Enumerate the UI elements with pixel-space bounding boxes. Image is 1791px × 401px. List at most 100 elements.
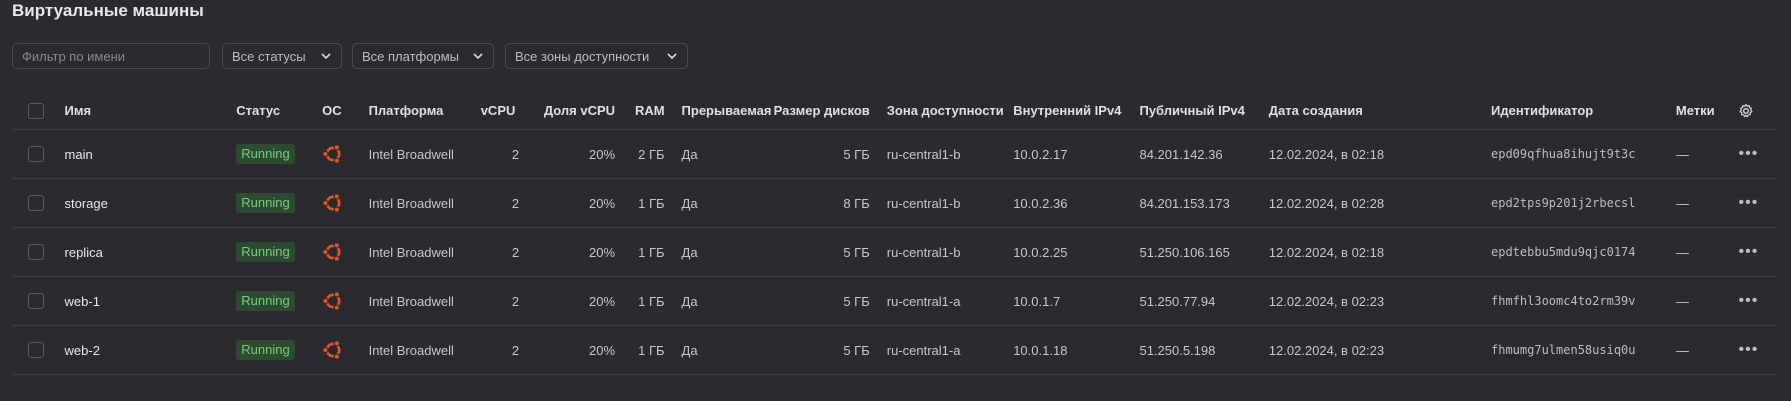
row-actions-cell[interactable]: ••• (1738, 325, 1776, 375)
zone-filter-label: Все зоны доступности (515, 48, 650, 64)
column-header-vcpu-share[interactable]: Доля vCPU (519, 92, 616, 130)
status-cell: Running (236, 129, 323, 179)
page-title: Виртуальные машины (12, 1, 204, 20)
row-actions-cell[interactable]: ••• (1738, 178, 1776, 228)
vm-name[interactable]: storage (64, 178, 237, 228)
column-header-internal-ip[interactable]: Внутренний IPv4 (1013, 92, 1140, 130)
disk-size-cell: 8 ГБ (772, 178, 870, 228)
status-filter-select[interactable]: Все статусы (222, 43, 342, 69)
zone-cell: ru-central1-b (869, 129, 1014, 179)
more-icon[interactable]: ••• (1738, 243, 1758, 260)
column-header-created[interactable]: Дата создания (1268, 92, 1491, 130)
name-filter-input[interactable] (12, 43, 210, 69)
disk-size-cell: 5 ГБ (772, 129, 870, 179)
more-icon[interactable]: ••• (1738, 145, 1758, 162)
vcpu-cell: 2 (480, 276, 520, 326)
status-badge: Running (236, 193, 295, 213)
column-header-id[interactable]: Идентификатор (1491, 92, 1676, 130)
column-header-public-ip[interactable]: Публичный IPv4 (1139, 92, 1269, 130)
zone-cell: ru-central1-b (869, 227, 1014, 277)
row-select-cell[interactable] (12, 276, 65, 326)
vcpu-share-cell: 20% (519, 227, 616, 277)
vm-name[interactable]: replica (64, 227, 237, 277)
column-header-status[interactable]: Статус (236, 92, 323, 130)
table-row[interactable]: main Running Intel Broadwell 2 20% 2 ГБ … (12, 129, 1776, 179)
column-header-preemptible[interactable]: Прерываемая (664, 92, 773, 130)
preemptible-cell: Да (664, 276, 773, 326)
vcpu-cell: 2 (480, 129, 520, 179)
platform-cell: Intel Broadwell (368, 129, 481, 179)
zone-cell: ru-central1-b (869, 178, 1014, 228)
chevron-down-icon (320, 50, 332, 62)
disk-size-cell: 5 ГБ (772, 227, 870, 277)
vcpu-cell: 2 (480, 325, 520, 375)
vm-name[interactable]: main (64, 129, 237, 179)
internal-ip-cell: 10.0.1.7 (1013, 276, 1140, 326)
table-row[interactable]: web-2 Running Intel Broadwell 2 20% 1 ГБ… (12, 325, 1776, 375)
row-checkbox[interactable] (28, 342, 44, 359)
column-header-labels[interactable]: Метки (1675, 92, 1739, 130)
public-ip-cell: 51.250.77.94 (1139, 276, 1269, 326)
ubuntu-icon (322, 290, 368, 312)
gear-icon[interactable] (1738, 103, 1776, 119)
vcpu-share-cell: 20% (519, 325, 616, 375)
row-checkbox[interactable] (28, 146, 44, 163)
id-cell: epd09qfhua8ihujt9t3c (1491, 129, 1676, 179)
vm-name[interactable]: web-1 (64, 276, 237, 326)
platform-filter-select[interactable]: Все платформы (352, 43, 494, 69)
labels-cell: — (1675, 325, 1739, 375)
vcpu-share-cell: 20% (519, 129, 616, 179)
vm-table: Имя Статус ОС Платформа vCPU Доля vCPU R… (12, 92, 1776, 375)
zone-filter-select[interactable]: Все зоны доступности (505, 43, 688, 69)
row-checkbox[interactable] (28, 244, 44, 261)
row-checkbox[interactable] (28, 195, 44, 212)
row-select-cell[interactable] (12, 129, 65, 179)
row-actions-cell[interactable]: ••• (1738, 129, 1776, 179)
row-actions-cell[interactable]: ••• (1738, 276, 1776, 326)
vm-page: Виртуальные машины Все статусы Все платф… (0, 0, 1791, 401)
table-row[interactable]: replica Running Intel Broadwell 2 20% 1 … (12, 227, 1776, 277)
more-icon[interactable]: ••• (1738, 292, 1758, 309)
labels-cell: — (1675, 276, 1739, 326)
public-ip-cell: 84.201.153.173 (1139, 178, 1269, 228)
select-all-checkbox[interactable] (28, 102, 44, 119)
id-cell: epdtebbu5mdu9qjc0174 (1491, 227, 1676, 277)
ubuntu-icon (322, 241, 368, 263)
column-header-name[interactable]: Имя (64, 92, 237, 130)
preemptible-cell: Да (664, 178, 773, 228)
labels-cell: — (1675, 178, 1739, 228)
ram-cell: 1 ГБ (615, 276, 665, 326)
public-ip-cell: 51.250.5.198 (1139, 325, 1269, 375)
more-icon[interactable]: ••• (1738, 341, 1758, 358)
column-header-vcpu[interactable]: vCPU (480, 92, 520, 130)
status-badge: Running (236, 144, 295, 164)
ubuntu-icon (322, 339, 368, 361)
chevron-down-icon (666, 50, 678, 62)
table-row[interactable]: storage Running Intel Broadwell 2 20% 1 … (12, 178, 1776, 228)
disk-size-cell: 5 ГБ (772, 325, 870, 375)
platform-cell: Intel Broadwell (368, 325, 481, 375)
status-cell: Running (236, 325, 323, 375)
row-actions-cell[interactable]: ••• (1738, 227, 1776, 277)
table-settings-button[interactable] (1738, 92, 1776, 130)
table-row[interactable]: web-1 Running Intel Broadwell 2 20% 1 ГБ… (12, 276, 1776, 326)
column-header-disk-size[interactable]: Размер дисков (772, 92, 870, 130)
column-header-zone[interactable]: Зона доступности (869, 92, 1014, 130)
os-cell (322, 276, 369, 326)
vm-name[interactable]: web-2 (64, 325, 237, 375)
row-checkbox[interactable] (28, 293, 44, 310)
ram-cell: 1 ГБ (615, 227, 665, 277)
internal-ip-cell: 10.0.2.25 (1013, 227, 1140, 277)
row-select-cell[interactable] (12, 178, 65, 228)
column-header-ram[interactable]: RAM (615, 92, 665, 130)
disk-size-cell: 5 ГБ (772, 276, 870, 326)
status-cell: Running (236, 276, 323, 326)
internal-ip-cell: 10.0.2.36 (1013, 178, 1140, 228)
table-header-row: Имя Статус ОС Платформа vCPU Доля vCPU R… (12, 92, 1776, 130)
header-select-all[interactable] (12, 92, 65, 130)
column-header-platform[interactable]: Платформа (368, 92, 481, 130)
more-icon[interactable]: ••• (1738, 194, 1758, 211)
row-select-cell[interactable] (12, 325, 65, 375)
column-header-os[interactable]: ОС (322, 92, 369, 130)
row-select-cell[interactable] (12, 227, 65, 277)
